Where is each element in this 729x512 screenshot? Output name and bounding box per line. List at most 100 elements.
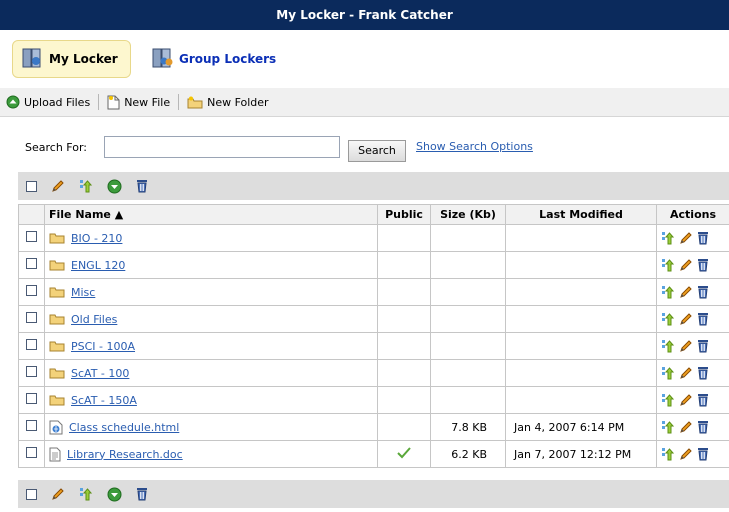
file-name-cell: ScAT - 100 <box>44 359 378 387</box>
tab-my-locker[interactable]: My Locker <box>12 40 131 78</box>
public-cell <box>377 305 431 333</box>
row-checkbox[interactable] <box>26 420 37 431</box>
locker-tabs: My Locker Group Lockers <box>0 30 729 86</box>
file-name-link[interactable]: BIO - 210 <box>71 232 122 245</box>
move-icon[interactable] <box>661 393 675 407</box>
move-icon[interactable] <box>661 339 675 353</box>
size-cell <box>430 224 506 252</box>
row-checkbox[interactable] <box>26 366 37 377</box>
new-folder-button[interactable]: New Folder <box>181 96 274 109</box>
trash-icon[interactable] <box>697 366 709 380</box>
table-row: Class schedule.html 7.8 KB Jan 4, 2007 6:1… <box>18 413 729 441</box>
window-title: My Locker - Frank Catcher <box>0 0 729 30</box>
file-name-link[interactable]: Class schedule.html <box>69 421 179 434</box>
rename-pencil-icon[interactable] <box>679 366 693 380</box>
row-checkbox[interactable] <box>26 393 37 404</box>
move-icon[interactable] <box>661 420 675 434</box>
search-input[interactable] <box>104 136 340 158</box>
trash-icon[interactable] <box>697 258 709 272</box>
file-name-link[interactable]: Misc <box>71 286 95 299</box>
file-name-link[interactable]: PSCI - 100A <box>71 340 135 353</box>
public-check-icon <box>397 446 411 459</box>
move-icon[interactable] <box>661 258 675 272</box>
row-checkbox[interactable] <box>26 258 37 269</box>
public-cell <box>377 251 431 279</box>
file-name-cell: PSCI - 100A <box>44 332 378 360</box>
row-checkbox-cell <box>18 305 45 333</box>
folder-icon <box>49 286 71 298</box>
rename-pencil-icon[interactable] <box>51 179 65 193</box>
header-file-name[interactable]: File Name ▲ <box>44 204 378 225</box>
rename-pencil-icon[interactable] <box>679 447 693 461</box>
public-cell <box>377 359 431 387</box>
download-icon[interactable] <box>107 179 122 194</box>
rename-pencil-icon[interactable] <box>679 285 693 299</box>
rename-pencil-icon[interactable] <box>679 393 693 407</box>
actions-cell <box>656 278 729 306</box>
rename-pencil-icon[interactable] <box>679 231 693 245</box>
trash-icon[interactable] <box>697 339 709 353</box>
row-checkbox[interactable] <box>26 447 37 458</box>
row-checkbox-cell <box>18 413 45 441</box>
show-search-options-link[interactable]: Show Search Options <box>416 140 533 153</box>
list-toolbar-bottom <box>18 480 729 508</box>
file-name-cell: ENGL 120 <box>44 251 378 279</box>
trash-icon[interactable] <box>136 487 148 501</box>
size-cell: 7.8 KB <box>430 413 506 441</box>
folder-icon <box>49 394 71 406</box>
header-actions: Actions <box>656 204 729 225</box>
move-icon[interactable] <box>661 447 675 461</box>
row-checkbox[interactable] <box>26 231 37 242</box>
move-icon[interactable] <box>661 231 675 245</box>
row-checkbox[interactable] <box>26 285 37 296</box>
row-checkbox-cell <box>18 359 45 387</box>
file-toolbar: Upload Files New File New Folder <box>0 88 729 117</box>
trash-icon[interactable] <box>697 285 709 299</box>
move-icon[interactable] <box>79 179 93 193</box>
upload-files-button[interactable]: Upload Files <box>0 95 96 109</box>
file-name-cell: Old Files <box>44 305 378 333</box>
search-label: Search For: <box>25 141 87 154</box>
modified-cell <box>505 224 657 252</box>
row-checkbox-cell <box>18 386 45 414</box>
file-name-link[interactable]: Old Files <box>71 313 117 326</box>
file-name-link[interactable]: Library Research.doc <box>67 448 183 461</box>
trash-icon[interactable] <box>697 393 709 407</box>
modified-cell <box>505 386 657 414</box>
table-header-row: File Name ▲ Public Size (Kb) Last Modifi… <box>18 204 729 225</box>
trash-icon[interactable] <box>697 420 709 434</box>
modified-cell <box>505 278 657 306</box>
new-file-button[interactable]: New File <box>101 95 176 110</box>
file-name-link[interactable]: ScAT - 150A <box>71 394 137 407</box>
table-row: ENGL 120 <box>18 251 729 279</box>
rename-pencil-icon[interactable] <box>679 258 693 272</box>
rename-pencil-icon[interactable] <box>679 420 693 434</box>
upload-icon <box>6 95 20 109</box>
rename-pencil-icon[interactable] <box>679 339 693 353</box>
rename-pencil-icon[interactable] <box>51 487 65 501</box>
search-button[interactable]: Search <box>348 140 406 162</box>
move-icon[interactable] <box>661 285 675 299</box>
move-icon[interactable] <box>79 487 93 501</box>
rename-pencil-icon[interactable] <box>679 312 693 326</box>
select-all-checkbox[interactable] <box>26 180 37 192</box>
new-folder-label: New Folder <box>207 95 269 109</box>
download-icon[interactable] <box>107 487 122 502</box>
trash-icon[interactable] <box>697 231 709 245</box>
file-name-link[interactable]: ScAT - 100 <box>71 367 129 380</box>
toolbar-divider <box>98 94 100 110</box>
size-cell <box>430 332 506 360</box>
trash-icon[interactable] <box>697 312 709 326</box>
trash-icon[interactable] <box>136 179 148 193</box>
folder-icon <box>49 340 71 352</box>
tab-group-lockers[interactable]: Group Lockers <box>143 40 293 78</box>
upload-files-label: Upload Files <box>24 95 91 109</box>
table-row: ScAT - 150A <box>18 386 729 414</box>
file-name-link[interactable]: ENGL 120 <box>71 259 125 272</box>
move-icon[interactable] <box>661 312 675 326</box>
row-checkbox[interactable] <box>26 312 37 323</box>
move-icon[interactable] <box>661 366 675 380</box>
trash-icon[interactable] <box>697 447 709 461</box>
select-all-checkbox[interactable] <box>26 488 37 500</box>
row-checkbox[interactable] <box>26 339 37 350</box>
